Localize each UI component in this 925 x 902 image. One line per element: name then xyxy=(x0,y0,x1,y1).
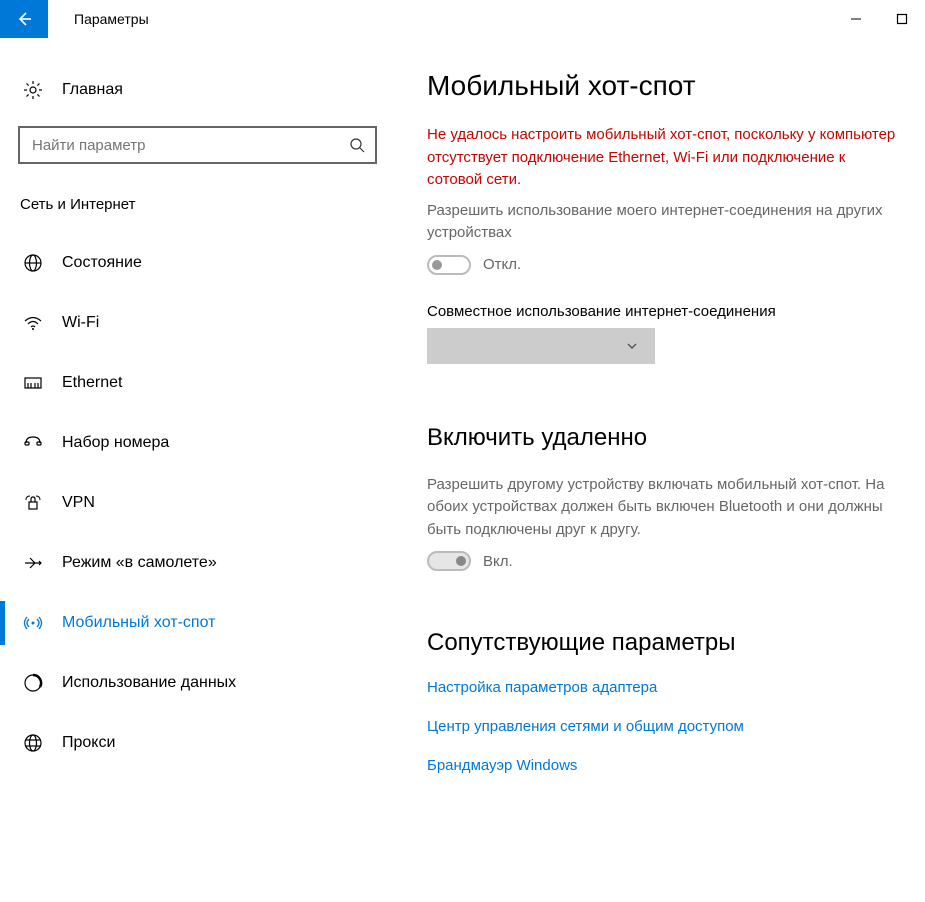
sidebar-item-status[interactable]: Состояние xyxy=(0,233,395,293)
search-input[interactable] xyxy=(32,137,349,154)
titlebar: Параметры xyxy=(0,0,925,38)
sidebar-home[interactable]: Главная xyxy=(0,68,395,112)
sidebar-item-proxy[interactable]: Прокси xyxy=(0,713,395,773)
chevron-down-icon xyxy=(625,339,639,353)
related-heading: Сопутствующие параметры xyxy=(427,629,905,657)
sidebar-nav: Состояние Wi-Fi Ethernet Набор номера VP… xyxy=(0,219,395,773)
sidebar-item-label: Состояние xyxy=(44,254,142,272)
minimize-icon xyxy=(850,13,862,25)
hotspot-icon xyxy=(22,613,44,633)
sidebar-item-label: Режим «в самолете» xyxy=(44,554,217,572)
vpn-icon xyxy=(22,493,44,513)
datausage-icon xyxy=(22,673,44,693)
main-panel: Мобильный хот-спот Не удалось настроить … xyxy=(395,38,925,902)
gear-icon xyxy=(22,80,44,100)
sidebar-item-ethernet[interactable]: Ethernet xyxy=(0,353,395,413)
sidebar-item-label: Wi-Fi xyxy=(44,314,99,332)
globe-icon xyxy=(22,253,44,273)
link-network-center[interactable]: Центр управления сетями и общим доступом xyxy=(427,718,905,735)
phone-icon xyxy=(22,433,44,453)
arrow-left-icon xyxy=(15,10,33,28)
sidebar-home-label: Главная xyxy=(44,81,123,99)
remote-toggle[interactable] xyxy=(427,551,471,571)
back-button[interactable] xyxy=(0,0,48,38)
sidebar-item-wifi[interactable]: Wi-Fi xyxy=(0,293,395,353)
ethernet-icon xyxy=(22,373,44,393)
sidebar-item-label: Набор номера xyxy=(44,434,169,452)
sidebar-category: Сеть и Интернет xyxy=(0,164,395,219)
page-heading: Мобильный хот-спот xyxy=(427,70,905,102)
remote-description: Разрешить другому устройству включать мо… xyxy=(427,474,897,542)
sidebar-item-dialup[interactable]: Набор номера xyxy=(0,413,395,473)
maximize-icon xyxy=(896,13,908,25)
sidebar: Главная Сеть и Интернет Состояние Wi-Fi xyxy=(0,38,395,902)
share-from-label: Совместное использование интернет-соедин… xyxy=(427,303,905,320)
maximize-button[interactable] xyxy=(879,0,925,38)
minimize-button[interactable] xyxy=(833,0,879,38)
sidebar-item-label: Мобильный хот-спот xyxy=(44,614,215,632)
search-icon xyxy=(349,137,365,153)
airplane-icon xyxy=(22,553,44,573)
share-description: Разрешить использование моего интернет-с… xyxy=(427,200,897,245)
share-toggle[interactable] xyxy=(427,255,471,275)
sidebar-item-datausage[interactable]: Использование данных xyxy=(0,653,395,713)
sidebar-item-hotspot[interactable]: Мобильный хот-спот xyxy=(0,593,395,653)
sidebar-item-label: Использование данных xyxy=(44,674,236,692)
sidebar-item-label: Прокси xyxy=(44,734,115,752)
share-from-dropdown[interactable] xyxy=(427,328,655,364)
error-message: Не удалось настроить мобильный хот-спот,… xyxy=(427,124,897,192)
sidebar-item-airplane[interactable]: Режим «в самолете» xyxy=(0,533,395,593)
sidebar-item-vpn[interactable]: VPN xyxy=(0,473,395,533)
share-toggle-label: Откл. xyxy=(483,256,521,273)
wifi-icon xyxy=(22,313,44,333)
window-title: Параметры xyxy=(48,11,149,27)
search-box[interactable] xyxy=(18,126,377,164)
proxy-icon xyxy=(22,733,44,753)
link-adapter-settings[interactable]: Настройка параметров адаптера xyxy=(427,679,905,696)
link-firewall[interactable]: Брандмауэр Windows xyxy=(427,757,905,774)
sidebar-item-label: VPN xyxy=(44,494,95,512)
sidebar-item-label: Ethernet xyxy=(44,374,122,392)
remote-toggle-label: Вкл. xyxy=(483,553,513,570)
remote-heading: Включить удаленно xyxy=(427,424,905,452)
